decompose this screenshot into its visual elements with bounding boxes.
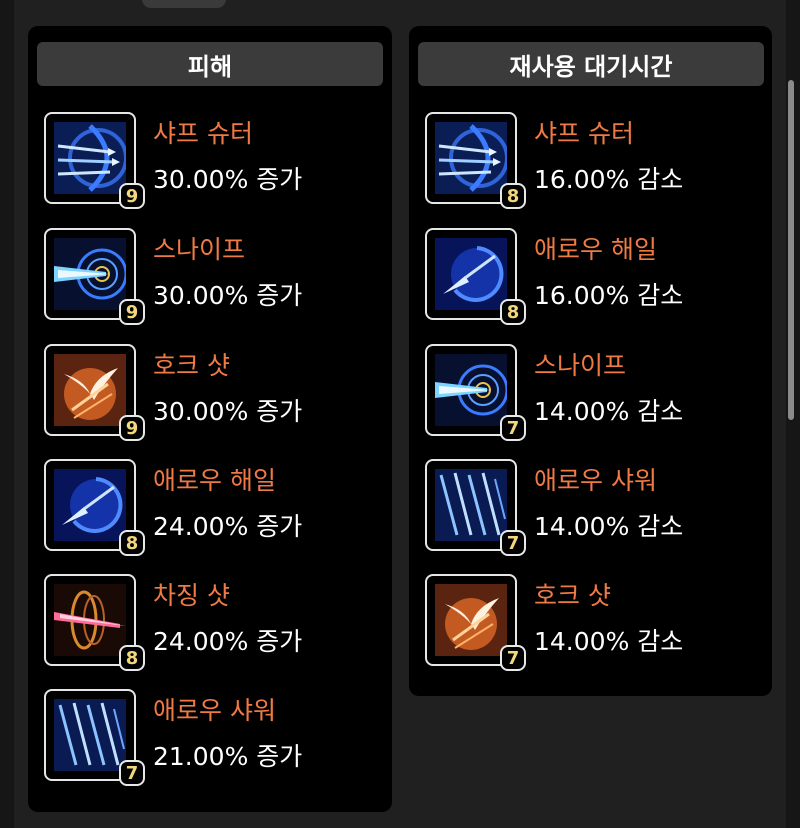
cooldown-skill-row[interactable]: 8 애로우 해일 16.00% 감소 (425, 228, 755, 325)
damage-skill-row[interactable]: 9 샤프 슈터 30.00% 증가 (44, 112, 374, 209)
cooldown-skill-row[interactable]: 7 스나이프 14.00% 감소 (425, 344, 755, 441)
damage-skill-row[interactable]: 8 애로우 해일 24.00% 증가 (44, 459, 374, 556)
skill-bonus-value: 30.00% 증가 (153, 397, 303, 426)
skill-name: 애로우 해일 (153, 466, 276, 495)
skill-bonus-value: 16.00% 감소 (534, 165, 684, 194)
skill-level-badge: 8 (500, 299, 526, 325)
snipe-icon (435, 354, 507, 426)
skill-level-badge: 7 (500, 415, 526, 441)
cooldown-panel: 재사용 대기시간 8 샤프 슈터 16.00% 감소 8 애로우 해일 16.0… (409, 26, 772, 696)
arrow-shower-icon (435, 469, 507, 541)
arrow-hail-icon (54, 469, 126, 541)
cooldown-skill-row[interactable]: 8 샤프 슈터 16.00% 감소 (425, 112, 755, 209)
skill-bonus-value: 24.00% 증가 (153, 627, 303, 656)
skill-name: 애로우 샤워 (153, 696, 276, 725)
arrow-hail-icon (435, 238, 507, 310)
skill-name: 애로우 해일 (534, 235, 657, 264)
skill-name: 애로우 샤워 (534, 466, 657, 495)
sharp-shooter-icon (54, 122, 126, 194)
cooldown-panel-title: 재사용 대기시간 (418, 42, 764, 86)
skill-level-badge: 9 (119, 415, 145, 441)
skill-name: 스나이프 (534, 351, 627, 380)
arrow-shower-icon (54, 699, 126, 771)
skill-name: 호크 샷 (153, 351, 230, 380)
skill-bonus-value: 14.00% 감소 (534, 627, 684, 656)
skill-level-badge: 7 (500, 530, 526, 556)
skill-level-badge: 8 (119, 530, 145, 556)
snipe-icon (54, 238, 126, 310)
damage-skill-row[interactable]: 9 호크 샷 30.00% 증가 (44, 344, 374, 441)
skill-level-badge: 9 (119, 299, 145, 325)
hawk-shot-icon (435, 584, 507, 656)
skill-name: 샤프 슈터 (534, 119, 634, 148)
cooldown-skill-row[interactable]: 7 호크 샷 14.00% 감소 (425, 574, 755, 671)
damage-skill-row[interactable]: 8 차징 샷 24.00% 증가 (44, 574, 374, 671)
skill-bonus-value: 21.00% 증가 (153, 742, 303, 771)
skill-level-badge: 8 (500, 183, 526, 209)
top-tab-indicator[interactable] (142, 0, 226, 8)
scrollbar[interactable] (788, 80, 794, 420)
skill-bonus-value: 14.00% 감소 (534, 512, 684, 541)
hawk-shot-icon (54, 354, 126, 426)
skill-bonus-value: 30.00% 증가 (153, 165, 303, 194)
damage-skill-row[interactable]: 9 스나이프 30.00% 증가 (44, 228, 374, 325)
skill-name: 샤프 슈터 (153, 119, 253, 148)
skill-name: 호크 샷 (534, 581, 611, 610)
skill-bonus-value: 16.00% 감소 (534, 281, 684, 310)
skill-level-badge: 7 (500, 645, 526, 671)
damage-panel: 피해 9 샤프 슈터 30.00% 증가 9 스나이프 30.00% 증가 9 … (28, 26, 392, 812)
sharp-shooter-icon (435, 122, 507, 194)
damage-panel-title: 피해 (37, 42, 383, 86)
skill-level-badge: 8 (119, 645, 145, 671)
skill-name: 차징 샷 (153, 581, 230, 610)
damage-skill-row[interactable]: 7 애로우 샤워 21.00% 증가 (44, 689, 374, 786)
skill-bonus-value: 24.00% 증가 (153, 512, 303, 541)
skill-level-badge: 9 (119, 183, 145, 209)
skill-bonus-value: 30.00% 증가 (153, 281, 303, 310)
cooldown-skill-row[interactable]: 7 애로우 샤워 14.00% 감소 (425, 459, 755, 556)
skill-bonus-value: 14.00% 감소 (534, 397, 684, 426)
charging-shot-icon (54, 584, 126, 656)
skill-level-badge: 7 (119, 760, 145, 786)
skill-name: 스나이프 (153, 235, 246, 264)
